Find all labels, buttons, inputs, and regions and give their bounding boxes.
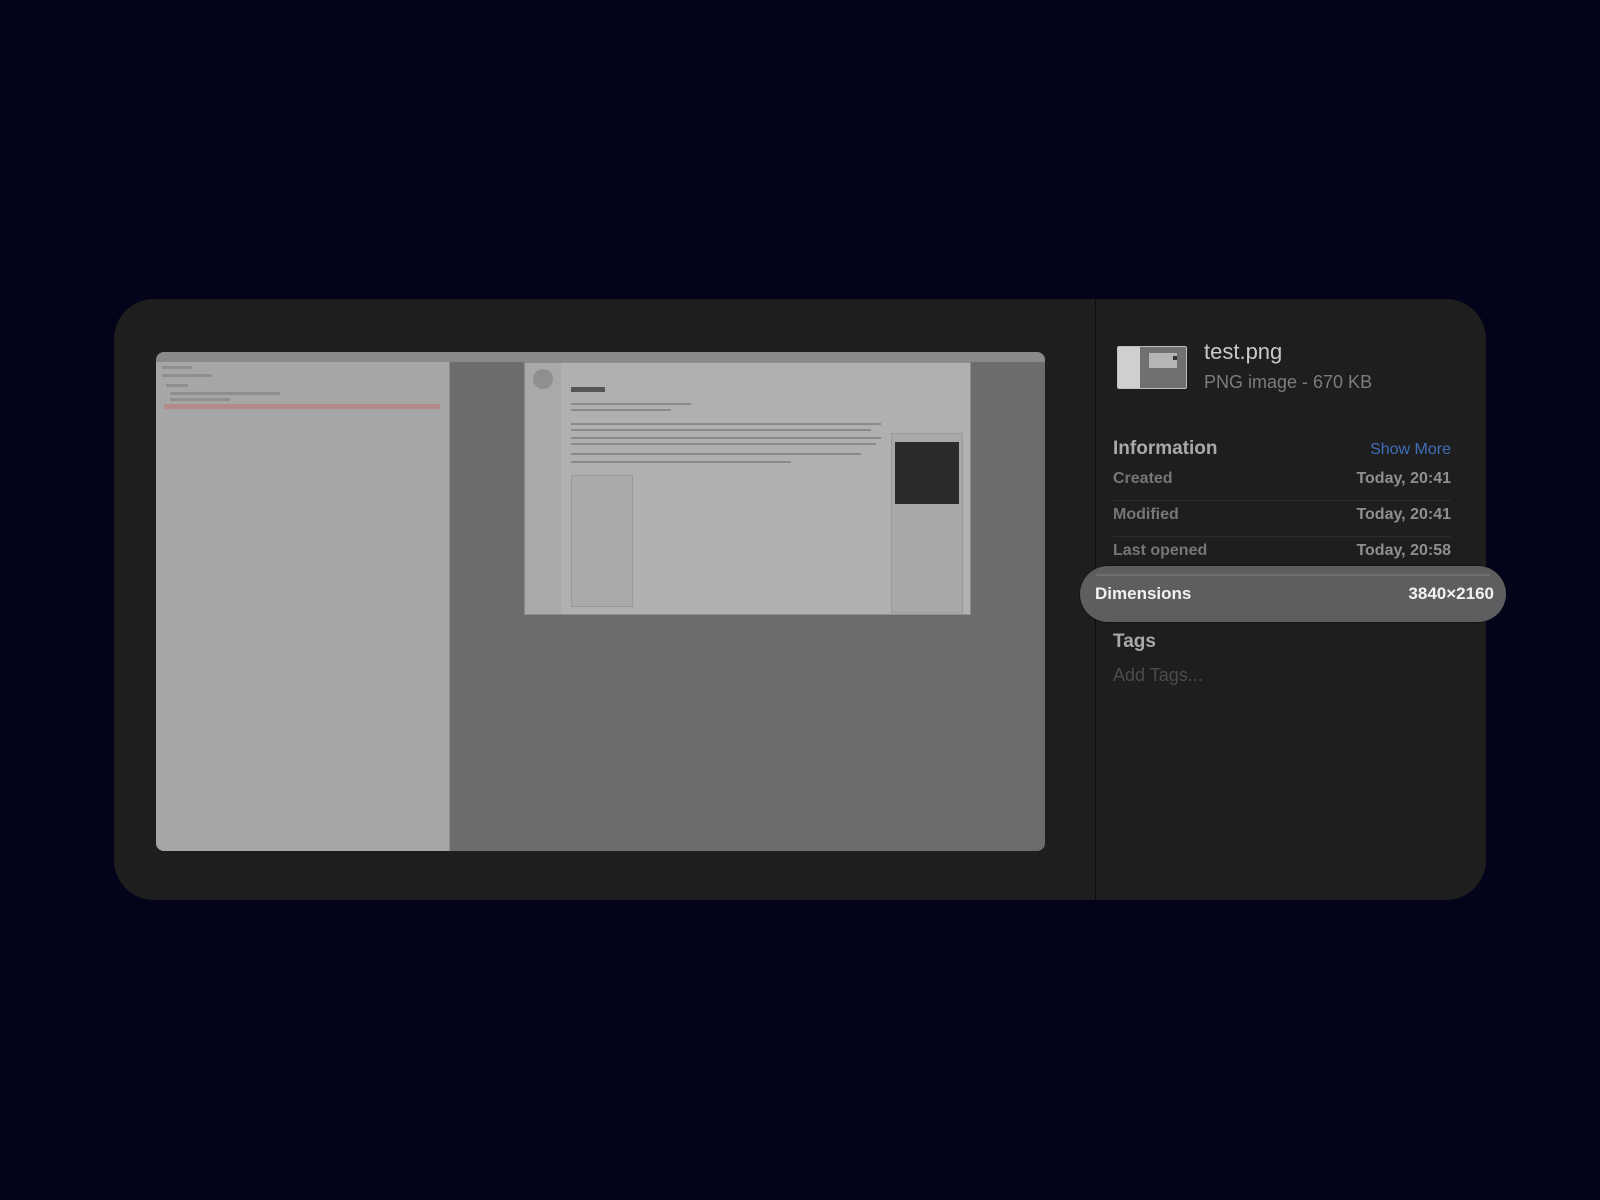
info-row-modified: Modified Today, 20:41 <box>1113 500 1451 537</box>
file-thumbnail-icon <box>1117 346 1187 389</box>
info-row-value: Today, 20:41 <box>1356 470 1451 487</box>
info-row-value: Today, 20:41 <box>1356 506 1451 523</box>
info-row-value: Today, 20:58 <box>1356 542 1451 559</box>
info-row-created: Created Today, 20:41 <box>1113 464 1451 501</box>
information-heading: Information <box>1113 438 1218 459</box>
file-type-size: PNG image - 670 KB <box>1204 372 1373 392</box>
show-more-link[interactable]: Show More <box>1354 441 1451 459</box>
info-row-label: Last opened <box>1113 542 1208 559</box>
row-divider <box>1096 574 1490 576</box>
dimensions-label: Dimensions <box>1095 584 1192 603</box>
file-name: test.png <box>1204 339 1283 364</box>
info-row-label: Created <box>1113 470 1173 487</box>
add-tags-field[interactable]: Add Tags... <box>1113 665 1203 686</box>
dimensions-value: 3840×2160 <box>1408 584 1494 603</box>
tags-heading: Tags <box>1113 631 1156 652</box>
info-row-dimensions: Dimensions 3840×2160 <box>1080 566 1506 622</box>
info-row-label: Modified <box>1113 506 1179 523</box>
